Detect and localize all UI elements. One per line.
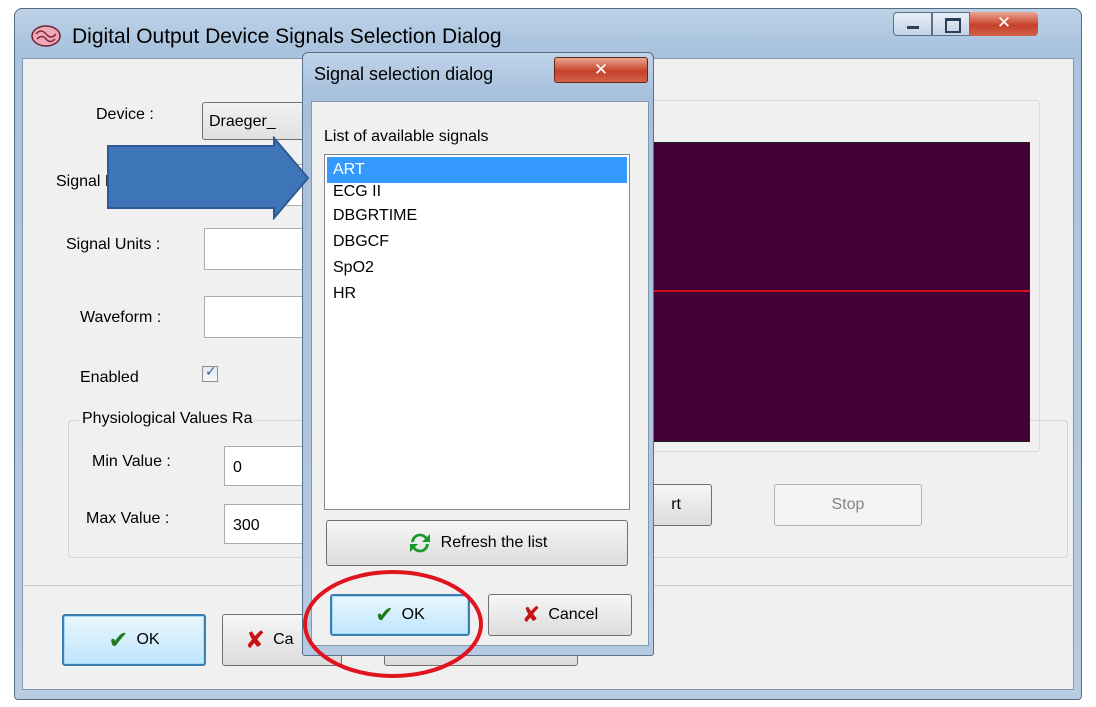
refresh-list-button[interactable]: Refresh the list: [326, 520, 628, 566]
min-value-field[interactable]: 0: [224, 446, 312, 486]
signal-units-field[interactable]: [204, 228, 312, 270]
callout-ellipse-highlight: [303, 570, 483, 678]
cancel-x-icon: ✘: [521, 602, 541, 628]
enabled-checkbox[interactable]: ✓: [202, 364, 218, 382]
waveform-display: [652, 142, 1030, 442]
device-label: Device :: [96, 106, 154, 123]
signal-item-ecg-ii[interactable]: ECG II: [327, 183, 627, 205]
signal-dialog-close-button[interactable]: ✕: [554, 57, 648, 83]
waveform-trace: [652, 290, 1030, 292]
main-ok-button[interactable]: ✔ OK: [62, 614, 206, 666]
cancel-x-icon: ✘: [245, 626, 266, 654]
signal-units-label: Signal Units :: [66, 236, 161, 253]
refresh-list-label: Refresh the list: [440, 534, 548, 551]
start-button-label: rt: [671, 496, 681, 513]
waveform-label: Waveform :: [80, 309, 162, 326]
close-icon: ✕: [593, 60, 609, 80]
minimize-icon: [907, 26, 919, 29]
close-button[interactable]: ✕: [970, 12, 1038, 36]
signal-item-spo2[interactable]: SpO2: [327, 257, 627, 279]
signal-dialog-title: Signal selection dialog: [314, 64, 494, 84]
window-title: Digital Output Device Signals Selection …: [72, 25, 502, 48]
signal-item-hr[interactable]: HR: [327, 283, 627, 305]
device-select[interactable]: Draeger_: [202, 102, 312, 140]
minimize-button[interactable]: [893, 12, 932, 36]
callout-arrow-icon: [107, 136, 310, 220]
refresh-icon: [409, 533, 430, 553]
min-value-label: Min Value :: [92, 453, 171, 470]
main-ok-label: OK: [136, 631, 160, 648]
physiological-range-label: Physiological Values Ra: [80, 410, 255, 428]
maximize-button[interactable]: [932, 12, 970, 36]
stop-button[interactable]: Stop: [774, 484, 922, 526]
checkmark-icon: ✔: [108, 626, 129, 654]
waveform-field[interactable]: [204, 296, 312, 338]
signal-item-art[interactable]: ART: [327, 157, 627, 183]
checkmark-icon: ✓: [205, 364, 217, 380]
enabled-label: Enabled: [80, 369, 139, 386]
main-cancel-label: Ca: [273, 631, 294, 648]
stop-button-label: Stop: [831, 496, 865, 513]
max-value-text: 300: [233, 517, 260, 534]
signal-list-caption: List of available signals: [324, 128, 489, 145]
app-brain-icon: [31, 25, 61, 47]
signal-cancel-button[interactable]: ✘ Cancel: [488, 594, 632, 636]
min-value-text: 0: [233, 459, 242, 476]
signal-cancel-label: Cancel: [548, 606, 599, 623]
max-value-field[interactable]: 300: [224, 504, 312, 544]
maximize-icon: [945, 18, 961, 33]
signal-list[interactable]: ART ECG II DBGRTIME DBGCF SpO2 HR: [324, 154, 630, 510]
signal-item-dbgrtime[interactable]: DBGRTIME: [327, 205, 627, 227]
max-value-label: Max Value :: [86, 510, 170, 527]
signal-item-dbgcf[interactable]: DBGCF: [327, 231, 627, 253]
device-select-value: Draeger_: [209, 113, 276, 130]
close-icon: ✕: [996, 13, 1012, 33]
